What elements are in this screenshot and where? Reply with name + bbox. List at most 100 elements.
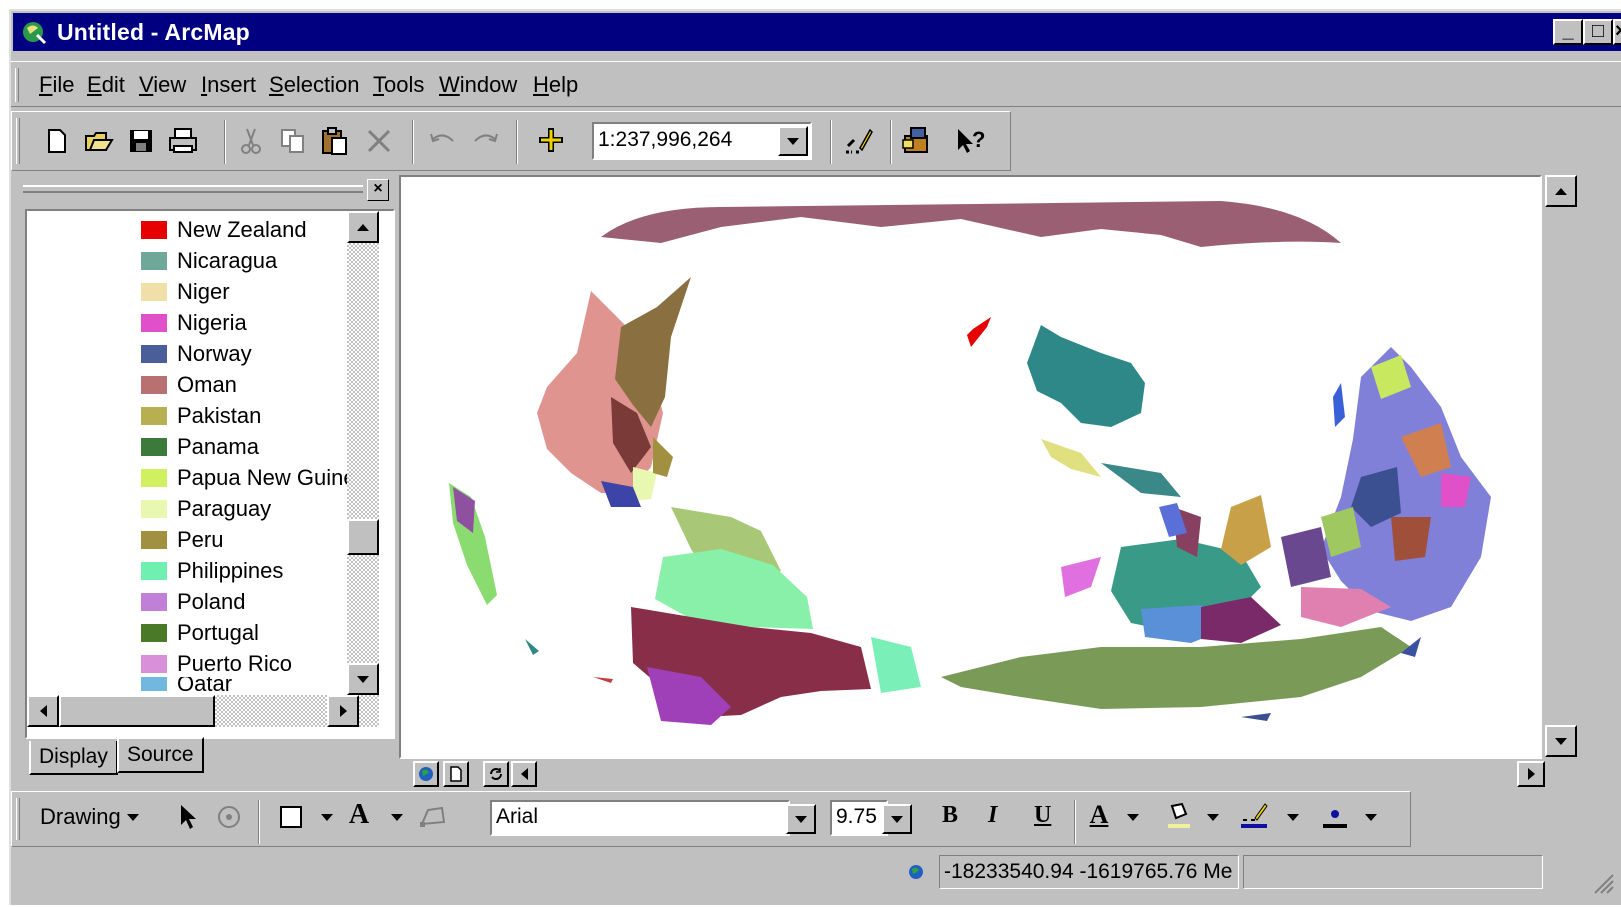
menu-tools[interactable]: Tools bbox=[373, 72, 424, 98]
copy-icon[interactable] bbox=[276, 124, 310, 158]
marker-color-dropdown[interactable] bbox=[1354, 800, 1388, 834]
map-horizontal-scrollbar[interactable] bbox=[511, 761, 1545, 787]
toc-scroll-down-button[interactable] bbox=[347, 663, 379, 695]
font-color-glyph: A bbox=[1089, 800, 1109, 829]
toc-scroll-right-button[interactable] bbox=[327, 695, 359, 727]
color-swatch bbox=[141, 376, 167, 394]
map-vertical-scrollbar[interactable] bbox=[1545, 175, 1577, 759]
list-item[interactable]: Panama bbox=[141, 432, 259, 462]
map-scale-dropdown[interactable] bbox=[778, 126, 808, 156]
rectangle-icon[interactable] bbox=[274, 800, 308, 834]
text-tool-icon[interactable]: A bbox=[342, 798, 376, 832]
drawing-toolbar-grip[interactable] bbox=[16, 798, 20, 840]
editor-icon[interactable] bbox=[842, 124, 876, 158]
font-name-input[interactable]: Arial bbox=[490, 800, 790, 836]
list-item[interactable]: Norway bbox=[141, 339, 252, 369]
toc-hscroll-thumb[interactable] bbox=[59, 695, 215, 727]
tab-source[interactable]: Source bbox=[117, 737, 204, 773]
arctoolbox-icon[interactable] bbox=[900, 124, 934, 158]
list-item[interactable]: Oman bbox=[141, 370, 237, 400]
list-item[interactable]: Peru bbox=[141, 525, 223, 555]
layout-view-button[interactable] bbox=[443, 761, 469, 787]
toc-drag-handle[interactable] bbox=[23, 185, 363, 193]
save-icon[interactable] bbox=[124, 124, 158, 158]
rotate-icon[interactable] bbox=[212, 800, 246, 834]
list-item[interactable]: New Zealand bbox=[141, 215, 307, 245]
list-item[interactable]: Paraguay bbox=[141, 494, 271, 524]
delete-icon[interactable] bbox=[362, 124, 396, 158]
menu-insert-rest: nsert bbox=[207, 72, 257, 97]
font-color-dropdown[interactable] bbox=[1116, 800, 1150, 834]
toc-scroll-thumb[interactable] bbox=[347, 519, 379, 555]
list-item[interactable]: Niger bbox=[141, 277, 230, 307]
list-item[interactable]: Poland bbox=[141, 587, 246, 617]
tab-display[interactable]: Display bbox=[29, 741, 118, 775]
menu-file[interactable]: File bbox=[39, 72, 74, 98]
menu-help-rest: elp bbox=[548, 72, 579, 97]
fill-color-icon[interactable] bbox=[1162, 798, 1196, 832]
underline-button[interactable]: U bbox=[1034, 802, 1051, 829]
print-icon[interactable] bbox=[166, 124, 200, 158]
italic-button[interactable]: I bbox=[988, 802, 997, 829]
fill-color-dropdown[interactable] bbox=[1196, 800, 1230, 834]
open-icon[interactable] bbox=[82, 124, 116, 158]
menu-edit[interactable]: Edit bbox=[87, 72, 125, 98]
map-scroll-left-button[interactable] bbox=[511, 761, 537, 787]
map-region-new-zealand bbox=[967, 317, 991, 347]
whats-this-icon[interactable]: ? bbox=[954, 124, 988, 158]
menu-grip[interactable] bbox=[15, 68, 19, 102]
font-size-input[interactable]: 9.75 bbox=[830, 800, 888, 836]
paste-icon[interactable] bbox=[318, 124, 352, 158]
maximize-button[interactable]: □ bbox=[1583, 19, 1613, 45]
redo-icon[interactable] bbox=[468, 124, 502, 158]
map-scroll-down-button[interactable] bbox=[1545, 725, 1577, 757]
tab-source-label: Source bbox=[127, 743, 194, 766]
font-color-icon[interactable]: A bbox=[1082, 798, 1116, 832]
title-bar[interactable]: Untitled - ArcMap _ □ × bbox=[13, 13, 1621, 51]
select-elements-icon[interactable] bbox=[172, 800, 206, 834]
marker-color-icon[interactable] bbox=[1318, 798, 1352, 832]
minimize-button[interactable]: _ bbox=[1553, 19, 1583, 45]
list-item[interactable]: Philippines bbox=[141, 556, 283, 586]
list-item[interactable]: Qatar bbox=[141, 677, 232, 691]
toc-vertical-scrollbar[interactable] bbox=[347, 211, 379, 695]
text-tool-dropdown[interactable] bbox=[380, 800, 414, 834]
list-item[interactable]: Nicaragua bbox=[141, 246, 277, 276]
undo-icon[interactable] bbox=[426, 124, 460, 158]
edit-vertices-icon[interactable] bbox=[416, 800, 450, 834]
list-item[interactable]: Portugal bbox=[141, 618, 259, 648]
toc-close-button[interactable]: × bbox=[367, 179, 389, 201]
menu-insert[interactable]: Insert bbox=[201, 72, 256, 98]
new-icon[interactable] bbox=[40, 124, 74, 158]
font-name-dropdown[interactable] bbox=[786, 804, 816, 834]
menu-view[interactable]: View bbox=[139, 72, 186, 98]
list-item[interactable]: Pakistan bbox=[141, 401, 261, 431]
world-map[interactable] bbox=[401, 177, 1542, 759]
line-color-dropdown[interactable] bbox=[1276, 800, 1310, 834]
data-view-button[interactable] bbox=[413, 761, 439, 787]
resize-grip-icon[interactable] bbox=[1591, 871, 1615, 895]
color-swatch bbox=[141, 283, 167, 301]
map-scroll-up-button[interactable] bbox=[1545, 175, 1577, 207]
toc-scroll-left-button[interactable] bbox=[27, 695, 59, 727]
toc-scroll-up-button[interactable] bbox=[347, 211, 379, 243]
list-item[interactable]: Nigeria bbox=[141, 308, 247, 338]
map-canvas[interactable] bbox=[399, 175, 1542, 759]
add-data-icon[interactable] bbox=[534, 124, 568, 158]
close-button[interactable]: × bbox=[1613, 19, 1621, 45]
list-item[interactable]: Papua New Guine bbox=[141, 463, 356, 493]
menu-selection[interactable]: Selection bbox=[269, 72, 360, 98]
list-item[interactable]: Puerto Rico bbox=[141, 649, 292, 679]
toolbar-grip[interactable] bbox=[16, 118, 20, 164]
line-color-icon[interactable] bbox=[1238, 798, 1272, 832]
cut-icon[interactable] bbox=[234, 124, 268, 158]
drawing-menu-button[interactable]: Drawing bbox=[40, 804, 139, 830]
chevron-down-icon bbox=[357, 675, 369, 683]
map-scroll-right-button[interactable] bbox=[1517, 761, 1545, 787]
rectangle-dropdown[interactable] bbox=[310, 800, 344, 834]
menu-help[interactable]: Help bbox=[533, 72, 578, 98]
menu-window[interactable]: Window bbox=[439, 72, 517, 98]
font-size-dropdown[interactable] bbox=[882, 804, 912, 834]
refresh-view-button[interactable] bbox=[483, 761, 509, 787]
bold-button[interactable]: B bbox=[942, 802, 958, 829]
